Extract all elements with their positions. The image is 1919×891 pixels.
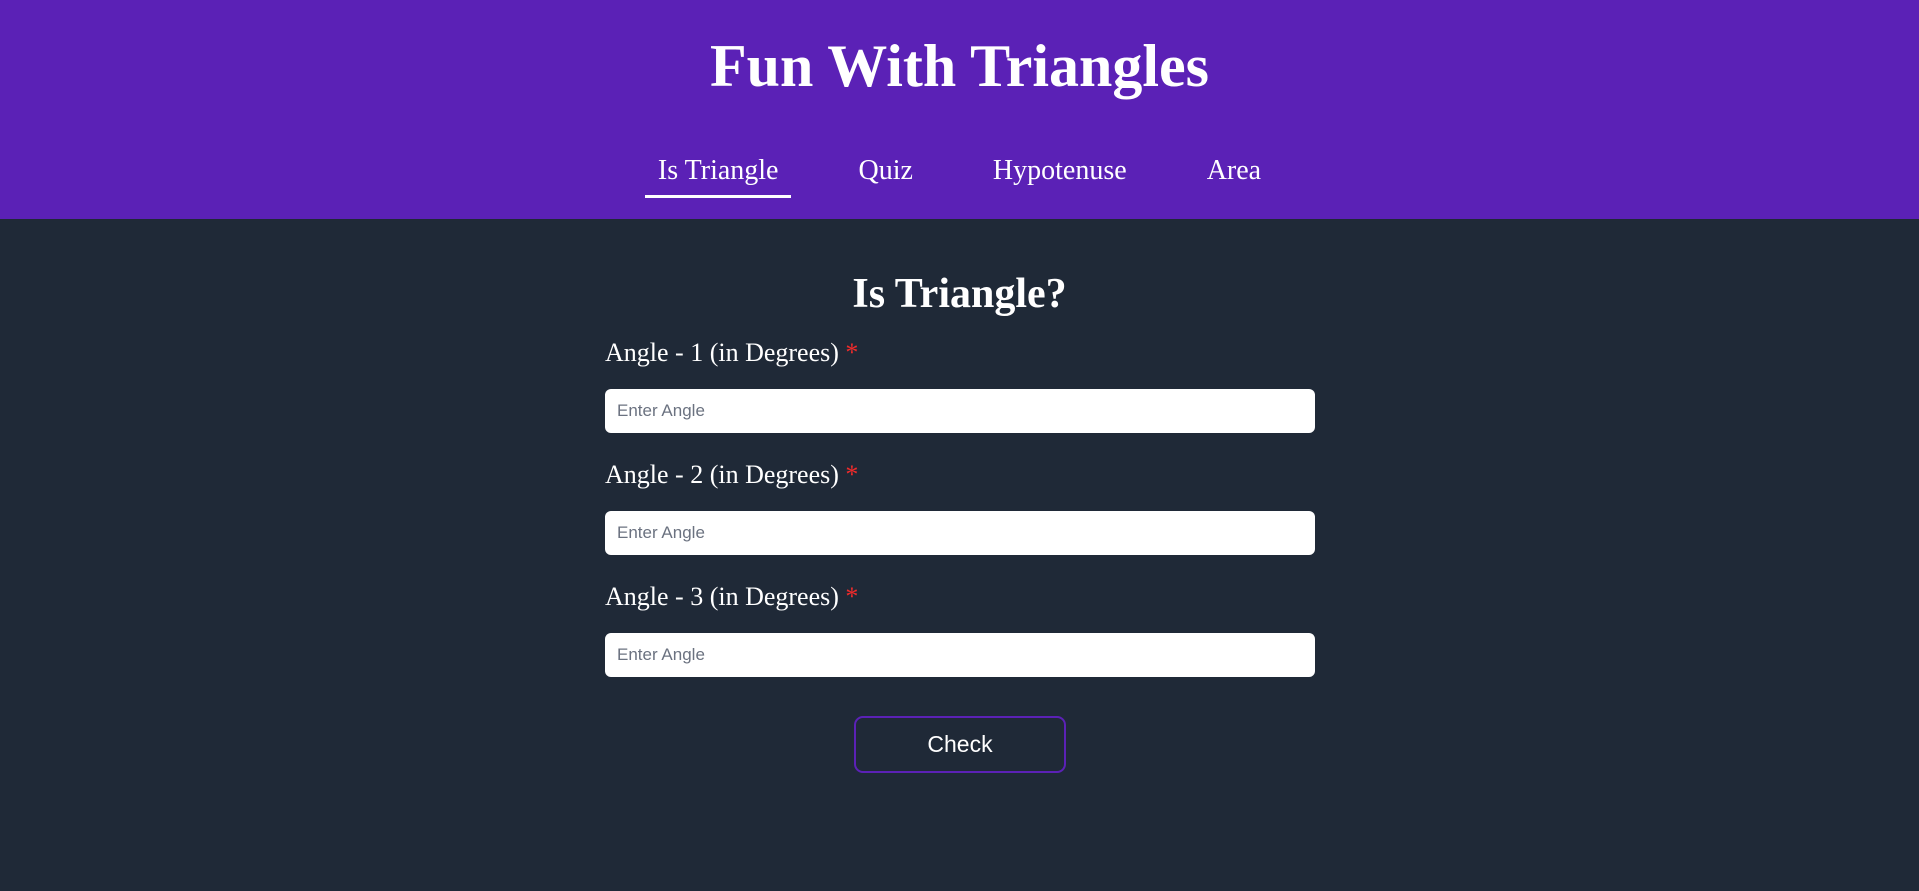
angle-2-label-text: Angle - 2 (in Degrees) (605, 460, 839, 489)
main-nav: Is Triangle Quiz Hypotenuse Area (0, 146, 1919, 202)
nav-tab-area[interactable]: Area (1194, 146, 1274, 198)
angle-2-label: Angle - 2 (in Degrees) * (605, 459, 1315, 491)
angle-3-input[interactable] (605, 633, 1315, 677)
app-title: Fun With Triangles (709, 33, 1210, 99)
angles-form: Angle - 1 (in Degrees) * Angle - 2 (in D… (605, 337, 1315, 703)
angle-2-input[interactable] (605, 511, 1315, 555)
section-title: Is Triangle? (852, 271, 1067, 317)
required-mark: * (845, 338, 859, 367)
angle-3-label-text: Angle - 3 (in Degrees) (605, 582, 839, 611)
top-header: Fun With Triangles Is Triangle Quiz Hypo… (0, 0, 1919, 219)
required-mark: * (845, 582, 859, 611)
nav-tab-quiz[interactable]: Quiz (845, 146, 925, 198)
angle-1-label-text: Angle - 1 (in Degrees) (605, 338, 839, 367)
check-button[interactable]: Check (854, 716, 1066, 773)
angle-3-label: Angle - 3 (in Degrees) * (605, 581, 1315, 613)
nav-tab-hypotenuse[interactable]: Hypotenuse (980, 146, 1140, 198)
nav-tab-is-triangle[interactable]: Is Triangle (644, 146, 792, 198)
angle-1-label: Angle - 1 (in Degrees) * (605, 337, 1315, 369)
required-mark: * (845, 460, 859, 489)
angle-1-input[interactable] (605, 389, 1315, 433)
main-content: Is Triangle? Angle - 1 (in Degrees) * An… (0, 219, 1919, 891)
